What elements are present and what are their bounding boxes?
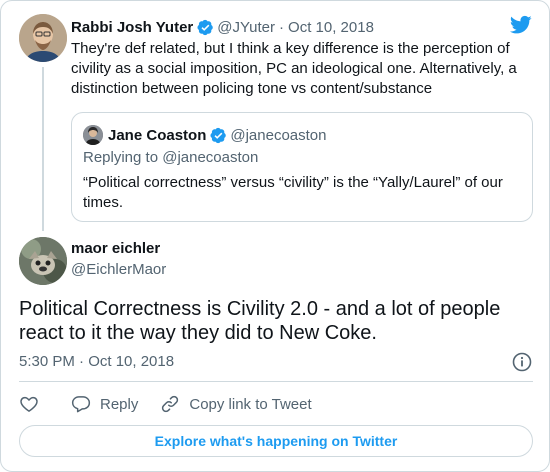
quoted-tweet-text: “Political correctness” versus “civility… — [83, 174, 503, 211]
info-icon[interactable] — [512, 352, 532, 372]
tweet-actions: Reply Copy link to Tweet — [19, 393, 312, 415]
verified-badge-icon — [197, 19, 214, 35]
quoted-author-handle: @janecoaston — [230, 126, 327, 144]
main-author-name[interactable]: maor eichler — [71, 240, 160, 257]
copy-link-button[interactable]: Copy link to Tweet — [160, 394, 312, 414]
reply-label: Reply — [100, 395, 139, 413]
reply-button[interactable]: Reply — [71, 394, 138, 414]
quoted-tweet[interactable]: Jane Coaston @janecoaston Replying to @j… — [71, 112, 533, 222]
quoted-author-name: Jane Coaston — [108, 126, 207, 144]
reply-bubble-icon — [71, 396, 91, 413]
parent-tweet-date[interactable]: Oct 10, 2018 — [288, 19, 374, 36]
heart-icon — [20, 396, 38, 412]
parent-tweet-text: They're def related, but I think a key d… — [71, 40, 517, 97]
explore-button[interactable]: Explore what's happening on Twitter — [19, 425, 533, 457]
parent-tweet-header: Rabbi Josh Yuter @JYuter · Oct 10, 2018 — [71, 17, 374, 37]
copy-link-label: Copy link to Tweet — [189, 395, 312, 413]
main-tweet-timestamp[interactable]: 5:30 PM · Oct 10, 2018 — [19, 353, 174, 370]
twitter-bird-icon[interactable] — [510, 15, 532, 35]
parent-author-handle[interactable]: @JYuter — [217, 19, 275, 36]
link-icon — [162, 395, 179, 413]
main-tweet-text: Political Correctness is Civility 2.0 - … — [19, 298, 501, 344]
verified-badge-icon — [210, 127, 227, 143]
main-author-handle[interactable]: @EichlerMaor — [71, 261, 166, 278]
avatar-coaston — [83, 125, 103, 145]
quoted-tweet-header: Jane Coaston @janecoaston — [108, 125, 326, 145]
tweet-card: Rabbi Josh Yuter @JYuter · Oct 10, 2018 … — [0, 0, 550, 472]
replying-to-label: Replying to @janecoaston — [83, 149, 259, 166]
avatar-yuter[interactable] — [19, 14, 67, 62]
divider — [19, 381, 533, 382]
thread-line — [42, 67, 44, 231]
parent-author-name[interactable]: Rabbi Josh Yuter — [71, 19, 193, 36]
avatar-eichler[interactable] — [19, 237, 67, 285]
separator-dot: · — [279, 18, 285, 36]
like-button[interactable] — [19, 394, 43, 414]
